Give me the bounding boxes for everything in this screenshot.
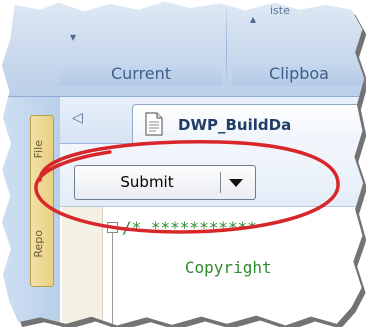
scroll-tabs-left-icon[interactable]: ◁ bbox=[72, 110, 83, 126]
document-icon bbox=[145, 112, 163, 136]
split-button-divider bbox=[220, 172, 221, 193]
side-tab-repo[interactable]: Repo bbox=[32, 230, 50, 258]
code-line: Copyright bbox=[156, 258, 272, 277]
ribbon-small-arrow-icon: ▴ bbox=[250, 12, 257, 26]
editor-gutter bbox=[62, 207, 103, 326]
fold-guide-line bbox=[112, 233, 113, 326]
torn-paper-frame: iste ▾ ▴ Current Clipboa File Repo ◁ DWP… bbox=[1, 1, 365, 326]
code-line: /* *********** bbox=[122, 218, 257, 237]
ribbon-top-text: iste bbox=[270, 4, 290, 17]
document-tab-title: DWP_BuildDa bbox=[178, 116, 292, 134]
collapse-region-icon[interactable] bbox=[107, 222, 118, 233]
ribbon-small-arrow-icon: ▾ bbox=[70, 30, 77, 44]
screenshot-clip: iste ▾ ▴ Current Clipboa File Repo ◁ DWP… bbox=[0, 0, 366, 327]
ribbon-group-separator bbox=[226, 10, 227, 94]
submit-button-label[interactable]: Submit bbox=[74, 165, 220, 200]
submit-dropdown-arrow-icon[interactable] bbox=[226, 175, 246, 191]
ribbon-group-clipboard[interactable]: Clipboa bbox=[232, 62, 365, 86]
ribbon-group-current[interactable]: Current bbox=[60, 62, 222, 86]
side-tab-file[interactable]: File bbox=[32, 140, 50, 158]
